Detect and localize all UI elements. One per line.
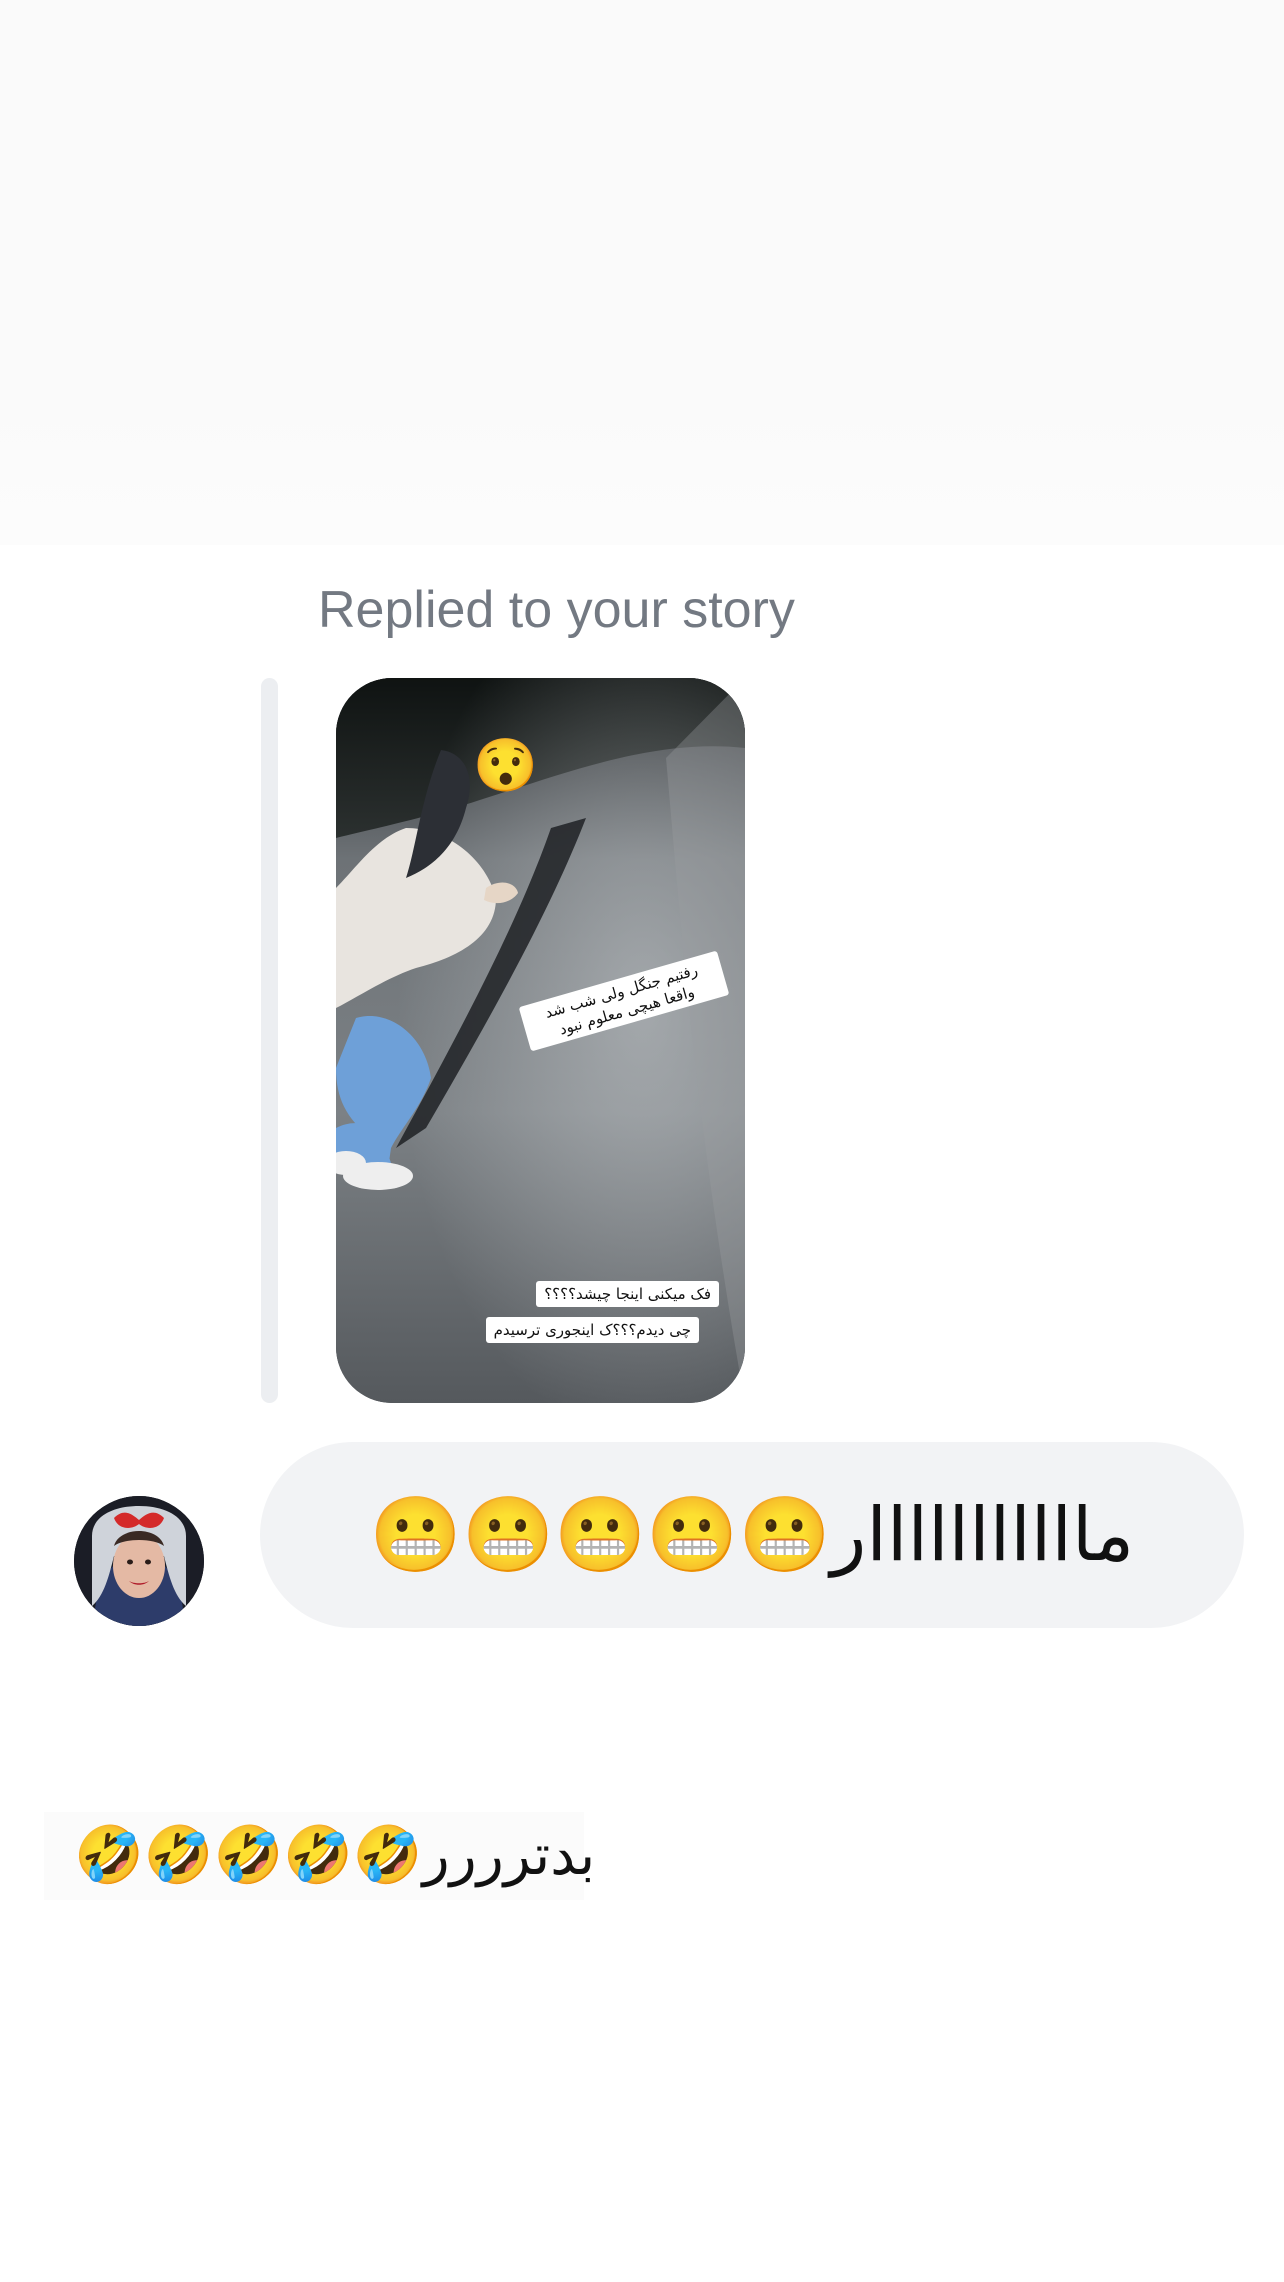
story-emoji-sticker: 😯 — [473, 737, 538, 795]
received-message-bubble[interactable]: مااااااااااار😬😬😬😬😬 — [260, 1442, 1244, 1628]
sender-avatar[interactable] — [74, 1496, 204, 1626]
received-message-text: مااااااااااار😬😬😬😬😬 — [369, 1492, 1135, 1578]
dm-thread: Replied to your story 😯 رفتیم جنگل ولی ش… — [0, 0, 1284, 2282]
story-reply-label: Replied to your story — [318, 581, 795, 639]
story-caption-bottom-2: چی دیدم؟؟؟ک اینجوری ترسیدم — [485, 1317, 699, 1343]
previous-content-area — [0, 0, 1284, 545]
avatar-image — [74, 1496, 204, 1626]
reply-quote-bar — [261, 678, 278, 1403]
sent-message-text[interactable]: بدترررر🤣🤣🤣🤣🤣 — [74, 1818, 595, 1894]
story-caption-bottom-1: فک میکنی اینجا چیشد؟؟؟؟ — [536, 1281, 719, 1307]
story-preview-thumbnail[interactable]: 😯 رفتیم جنگل ولی شب شد واقعا هیچی معلوم … — [336, 678, 745, 1403]
